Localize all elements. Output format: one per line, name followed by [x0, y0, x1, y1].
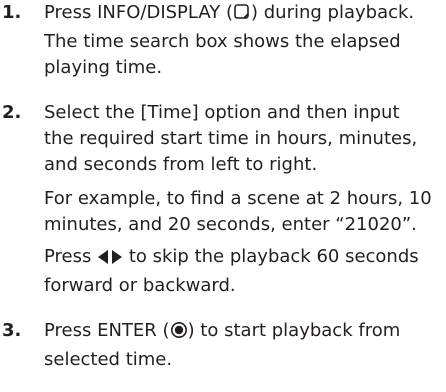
text-line: Select the [Time] option and then input [44, 102, 400, 123]
skip-paragraph: Press to skip the playback 60 seconds fo… [44, 244, 444, 299]
display-button-icon [233, 3, 251, 29]
text-line: selected time. [44, 349, 173, 370]
text-line: and seconds from left to right. [44, 154, 318, 175]
step-number: 2. [2, 102, 22, 123]
text-line: For example, to find a scene at 2 hours,… [44, 188, 432, 209]
text-line: The time search box shows the elapsed [44, 31, 401, 52]
instruction-list: 1. Press INFO/DISPLAY ( ) during playback… [0, 0, 446, 392]
text-segment: ) to start playback from [187, 320, 401, 341]
text-line: Press ENTER ( ) to start playback from [44, 318, 444, 347]
text-line: minutes, and 20 seconds, enter “21020”. [44, 214, 417, 235]
text-line: forward or backward. [44, 275, 236, 296]
text-segment: Press ENTER ( [44, 320, 170, 341]
step-3-paragraph: Press ENTER ( ) to start playback from se… [44, 318, 444, 373]
text-segment: Press INFO/DISPLAY ( [44, 2, 233, 23]
step-number: 3. [2, 320, 22, 341]
text-line: the required start time in hours, minute… [44, 128, 418, 149]
left-right-arrows-icon [97, 247, 123, 273]
step-number: 1. [2, 2, 22, 23]
example-paragraph: For example, to find a scene at 2 hours,… [44, 186, 444, 238]
text-segment: ) during playback. [251, 2, 415, 23]
text-line: Press INFO/DISPLAY ( ) during playback. [44, 0, 444, 29]
text-segment: to skip the playback 60 seconds [123, 246, 419, 267]
step-2-paragraph: Select the [Time] option and then input … [44, 100, 444, 178]
text-line: playing time. [44, 57, 163, 78]
text-line: Press to skip the playback 60 seconds [44, 244, 444, 273]
enter-button-icon [170, 321, 188, 347]
step-1-paragraph: Press INFO/DISPLAY ( ) during playback. T… [44, 0, 444, 81]
text-segment: Press [44, 246, 98, 267]
